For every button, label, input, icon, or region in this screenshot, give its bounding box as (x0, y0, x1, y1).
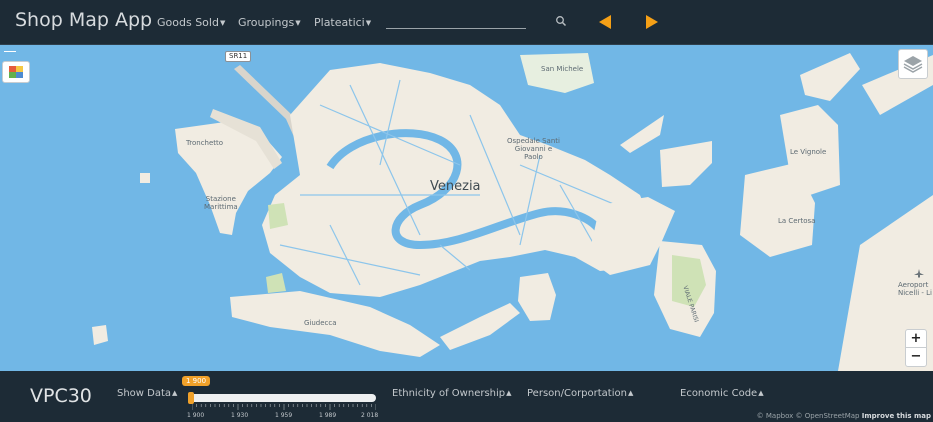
label-tronchetto: Tronchetto (186, 139, 224, 147)
caret-down-icon: ▼ (365, 19, 372, 27)
caret-up-icon: ▲ (172, 389, 178, 397)
app-title[interactable]: Shop Map App (15, 9, 152, 31)
label-giudecca: Giudecca (304, 319, 337, 327)
year-slider-handle[interactable] (188, 392, 194, 404)
groupings-label: Groupings (238, 16, 295, 29)
economic-code-label: Economic Code (680, 388, 758, 399)
plateatici-menu[interactable]: Plateatici▼ (314, 16, 371, 29)
tick-label: 1 900 (187, 412, 205, 419)
label-stazione-marittima: Stazione Marittima (204, 195, 238, 211)
label-aeroporto: Aeroport Nicelli - Li (898, 281, 932, 297)
ethnicity-label: Ethnicity of Ownership (392, 388, 506, 399)
menu-line-icon[interactable] (4, 51, 16, 52)
map-canvas[interactable]: SR11 Venezia San Michele Tronchetto Staz… (0, 45, 933, 371)
caret-up-icon: ▲ (506, 389, 512, 397)
search-icon[interactable] (555, 15, 567, 27)
economic-code-menu[interactable]: Economic Code▲ (680, 388, 764, 399)
groupings-menu[interactable]: Groupings▼ (238, 16, 301, 29)
venice-basemap (92, 53, 933, 371)
bottom-toolbar: VPC30 Show Data▲ 1 900 1 900 1 930 1 959… (0, 371, 933, 422)
show-data-label: Show Data (117, 388, 172, 399)
caret-down-icon: ▼ (219, 19, 226, 27)
slider-ticks (192, 404, 376, 410)
tick-label: 2 018 (361, 412, 379, 419)
plateatici-label: Plateatici (314, 16, 365, 29)
tick-label: 1 930 (231, 412, 249, 419)
improve-map-link[interactable]: Improve this map (862, 412, 931, 420)
city-label: Venezia (430, 179, 481, 194)
legend-toggle-button[interactable] (2, 61, 30, 83)
attribution-text: © Mapbox © OpenStreetMap (756, 412, 860, 420)
next-arrow-icon[interactable] (645, 14, 659, 30)
person-corporation-label: Person/Corportation (527, 388, 627, 399)
label-san-michele: San Michele (541, 65, 584, 73)
airport-icon (914, 269, 924, 278)
year-slider-track[interactable] (190, 394, 376, 402)
top-navbar: Shop Map App Goods Sold▼ Groupings▼ Plat… (0, 0, 933, 45)
search-input[interactable] (386, 28, 526, 29)
ethnicity-menu[interactable]: Ethnicity of Ownership▲ (392, 388, 512, 399)
show-data-menu[interactable]: Show Data▲ (117, 388, 177, 399)
caret-up-icon: ▲ (758, 389, 764, 397)
slider-value-badge: 1 900 (182, 376, 211, 386)
goods-sold-menu[interactable]: Goods Sold▼ (157, 16, 225, 29)
zoom-in-button[interactable]: + (905, 329, 927, 349)
label-ospedale: Ospedale Santi Giovanni e Paolo (507, 137, 560, 161)
label-le-vignole: Le Vignole (790, 148, 827, 156)
map-attribution: © Mapbox © OpenStreetMap Improve this ma… (757, 412, 931, 420)
previous-arrow-icon[interactable] (598, 14, 612, 30)
road-shield-sr11: SR11 (225, 51, 252, 62)
person-corporation-menu[interactable]: Person/Corportation▲ (527, 388, 633, 399)
label-la-certosa: La Certosa (778, 217, 816, 225)
legend-palette-icon (9, 66, 23, 78)
tick-label: 1 989 (319, 412, 337, 419)
zoom-out-button[interactable]: − (905, 347, 927, 367)
goods-sold-label: Goods Sold (157, 16, 219, 29)
caret-down-icon: ▼ (295, 19, 301, 27)
layers-control-button[interactable] (898, 49, 928, 79)
caret-up-icon: ▲ (627, 389, 634, 397)
layer-title: VPC30 (30, 385, 92, 407)
layers-icon (903, 56, 923, 73)
tick-label: 1 959 (275, 412, 293, 419)
